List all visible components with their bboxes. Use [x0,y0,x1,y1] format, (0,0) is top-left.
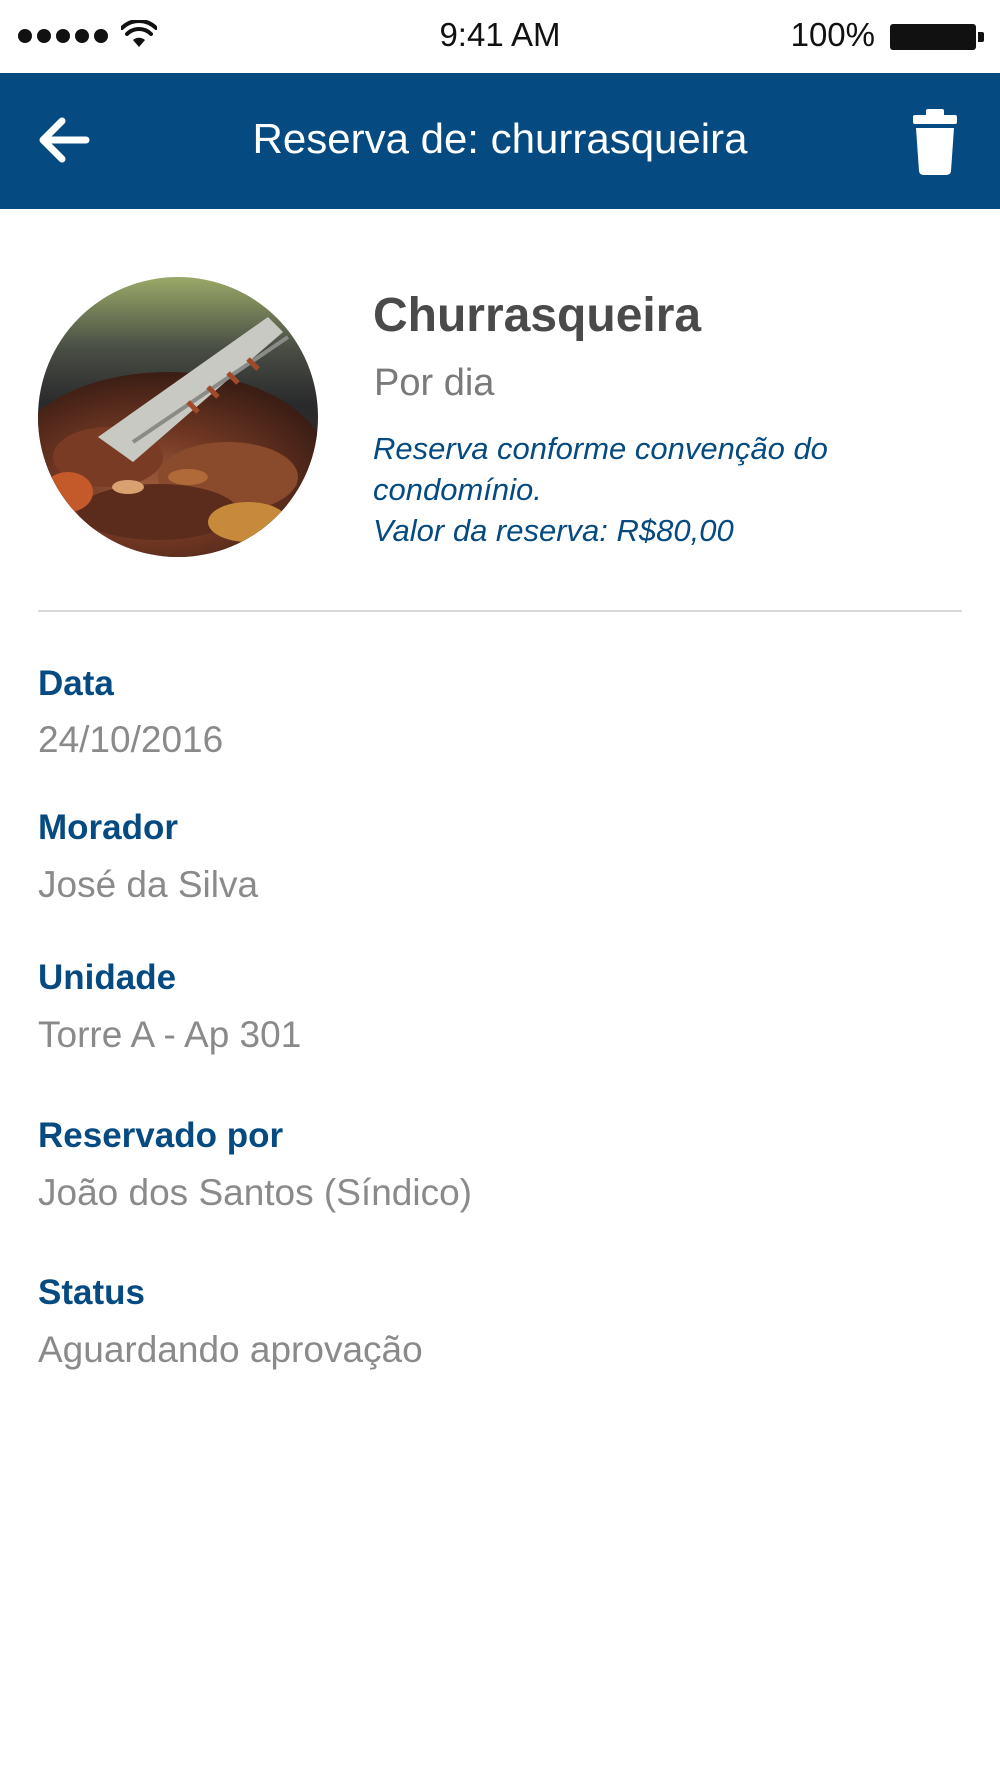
delete-button[interactable] [900,103,970,179]
booked-by-value: João dos Santos (Síndico) [38,1172,472,1213]
page-title: Reserva de: churrasqueira [252,115,748,162]
resident-label: Morador [38,808,178,847]
booked-by-label: Reservado por [38,1116,284,1155]
unit-label: Unidade [38,958,177,997]
amenity-note-line: condomínio. [373,472,542,507]
amenity-note-line: Reserva conforme convenção do [373,431,828,466]
app-header: Reserva de: churrasqueira [0,73,1000,209]
resident-value: José da Silva [38,864,259,905]
amenity-note-line: Valor da reserva: R$80,00 [373,513,734,548]
divider [38,610,962,612]
amenity-notes: Reserva conforme convenção do condomínio… [373,428,953,551]
amenity-photo [38,277,318,557]
status-label: Status [38,1273,145,1312]
grilled-meat-image [38,277,318,557]
trash-icon [913,109,957,175]
unit-value: Torre A - Ap 301 [38,1014,302,1055]
amenity-period: Por dia [374,362,495,404]
battery-icon [890,24,984,50]
reservation-detail-screen: 9:41 AM 100% Reserva de: churrasqueira C… [0,0,1000,1778]
status-value: Aguardando aprovação [38,1329,423,1370]
arrow-left-icon [39,117,90,163]
back-button[interactable] [30,105,100,175]
date-label: Data [38,664,114,703]
status-bar: 9:41 AM 100% [0,0,1000,73]
amenity-name: Churrasqueira [373,289,702,342]
date-value: 24/10/2016 [38,719,224,760]
battery-percentage: 100% [790,16,875,53]
